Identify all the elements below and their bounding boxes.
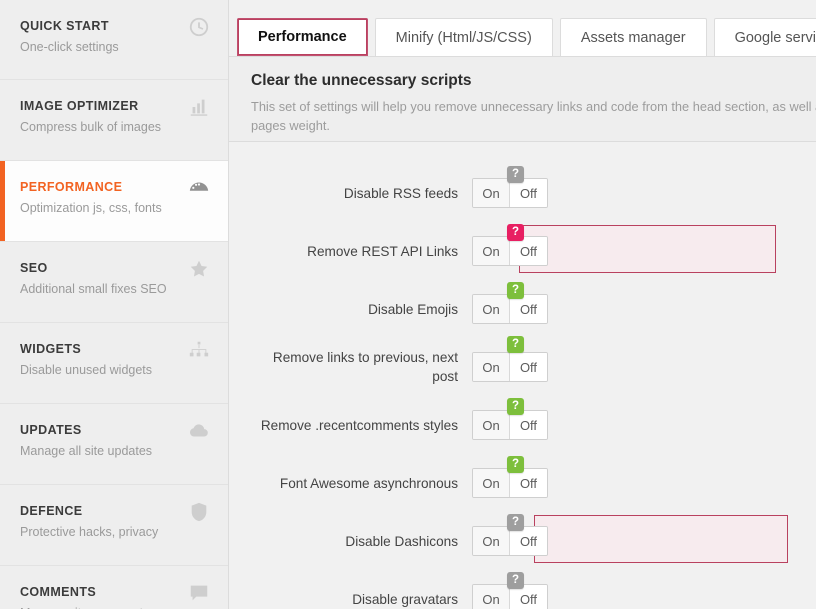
tab-label: Assets manager — [580, 29, 686, 46]
toggle-off-option[interactable]: Off — [510, 237, 547, 265]
sidebar-item-subtitle: Manage all site updates — [20, 444, 153, 458]
clock-icon — [188, 16, 210, 38]
help-icon[interactable]: ? — [507, 336, 524, 353]
toggle-off-option[interactable]: Off — [510, 411, 547, 439]
toggle-off-option[interactable]: Off — [510, 527, 547, 555]
sitemap-icon — [188, 339, 210, 361]
setting-label: Disable Emojis — [368, 301, 458, 317]
sidebar-item-widgets[interactable]: WIDGETS Disable unused widgets — [0, 323, 228, 404]
setting-row-disable-rss-feeds: Disable RSS feeds ? On Off — [229, 164, 816, 222]
shield-icon — [188, 501, 210, 523]
sidebar-item-subtitle: Manage site comments — [20, 605, 208, 609]
setting-label: Font Awesome asynchronous — [279, 475, 458, 491]
sidebar-item-performance[interactable]: PERFORMANCE Optimization js, css, fonts — [0, 161, 228, 242]
star-icon — [188, 258, 210, 280]
setting-row-disable-gravatars: Disable gravatars ? On Off — [229, 570, 816, 609]
sidebar-item-title: UPDATES — [20, 423, 82, 437]
help-icon[interactable]: ? — [507, 166, 524, 183]
setting-label: Remove links to previous, next post — [272, 350, 458, 384]
help-icon[interactable]: ? — [507, 514, 524, 531]
sidebar-item-title: WIDGETS — [20, 342, 82, 356]
sidebar-item-updates[interactable]: UPDATES Manage all site updates — [0, 404, 228, 485]
toggle-off-option[interactable]: Off — [510, 353, 547, 381]
help-icon[interactable]: ? — [507, 572, 524, 589]
description-text: This set of settings will help you remov… — [251, 99, 816, 133]
cloud-icon — [188, 420, 210, 442]
highlight-box — [519, 225, 776, 273]
main-content: Performance Minify (Html/JS/CSS) Assets … — [229, 0, 816, 609]
speedometer-icon — [188, 177, 210, 199]
chart-icon — [188, 96, 210, 118]
sidebar-item-comments[interactable]: COMMENTS Manage site comments — [0, 566, 228, 609]
toggle-off-option[interactable]: Off — [510, 179, 547, 207]
setting-label: Remove .recentcomments styles — [260, 417, 458, 433]
toggle-on-option[interactable]: On — [473, 179, 510, 207]
sidebar-item-title: PERFORMANCE — [20, 180, 123, 194]
setting-row-font-awesome-async: Font Awesome asynchronous ? On Off — [229, 454, 816, 512]
setting-label: Disable RSS feeds — [343, 185, 458, 201]
sidebar-item-image-optimizer[interactable]: IMAGE OPTIMIZER Compress bulk of images — [0, 80, 228, 161]
sidebar-item-subtitle: Optimization js, css, fonts — [20, 201, 162, 215]
tab-bar: Performance Minify (Html/JS/CSS) Assets … — [229, 0, 816, 56]
setting-row-remove-prev-next-links: Remove links to previous, next post ? On… — [229, 336, 816, 396]
toggle-on-option[interactable]: On — [473, 527, 510, 555]
toggle-off-option[interactable]: Off — [510, 469, 547, 497]
sidebar-item-title: QUICK START — [20, 19, 109, 33]
sidebar-item-title: IMAGE OPTIMIZER — [20, 99, 139, 113]
sidebar-item-title: COMMENTS — [20, 585, 97, 599]
setting-label: Remove REST API Links — [307, 243, 458, 259]
toggle-switch[interactable]: On Off — [472, 352, 548, 382]
setting-row-remove-recentcomments-styles: Remove .recentcomments styles ? On Off — [229, 396, 816, 454]
toggle-on-option[interactable]: On — [473, 585, 510, 609]
toggle-off-option[interactable]: Off — [510, 295, 547, 323]
toggle-on-option[interactable]: On — [473, 295, 510, 323]
tab-label: Performance — [258, 29, 347, 45]
tab-label: Minify (Html/JS/CSS) — [395, 29, 532, 46]
tab-label: Google services — [734, 29, 816, 46]
plugin-settings-screen: QUICK START One-click settings IMAGE OPT… — [0, 0, 816, 609]
sidebar: QUICK START One-click settings IMAGE OPT… — [0, 0, 229, 609]
sidebar-item-subtitle: Additional small fixes SEO — [20, 282, 167, 296]
tab-minify[interactable]: Minify (Html/JS/CSS) — [374, 18, 553, 56]
setting-row-disable-emojis: Disable Emojis ? On Off — [229, 280, 816, 338]
tab-assets-manager[interactable]: Assets manager — [559, 18, 707, 56]
highlight-box — [534, 515, 788, 563]
help-icon[interactable]: ? — [507, 282, 524, 299]
help-icon[interactable]: ? — [507, 456, 524, 473]
setting-label: Disable gravatars — [352, 591, 458, 607]
settings-list: Disable RSS feeds ? On Off Remove REST A… — [229, 142, 816, 609]
sidebar-item-subtitle: Compress bulk of images — [20, 120, 162, 134]
toggle-on-option[interactable]: On — [473, 237, 510, 265]
setting-row-disable-dashicons: Disable Dashicons ? On Off — [229, 512, 816, 570]
tab-performance[interactable]: Performance — [237, 18, 368, 56]
sidebar-item-seo[interactable]: SEO Additional small fixes SEO — [0, 242, 228, 323]
sidebar-item-quick-start[interactable]: QUICK START One-click settings — [0, 0, 228, 80]
sidebar-item-subtitle: One-click settings — [20, 40, 119, 54]
sidebar-item-title: DEFENCE — [20, 504, 83, 518]
toggle-on-option[interactable]: On — [473, 353, 510, 381]
sidebar-item-subtitle: Disable unused widgets — [20, 363, 153, 377]
page-title: Clear the unnecessary scripts — [251, 72, 472, 89]
toggle-on-option[interactable]: On — [473, 469, 510, 497]
sidebar-item-title: SEO — [20, 261, 48, 275]
sidebar-item-defence[interactable]: DEFENCE Protective hacks, privacy — [0, 485, 228, 566]
help-icon[interactable]: ? — [507, 224, 524, 241]
comment-icon — [188, 582, 210, 604]
section-description: Clear the unnecessary scripts This set o… — [229, 56, 816, 142]
setting-row-remove-rest-api-links: Remove REST API Links ? On Off — [229, 222, 816, 280]
sidebar-item-subtitle: Protective hacks, privacy — [20, 525, 159, 539]
tab-google-services[interactable]: Google services — [713, 18, 816, 56]
toggle-on-option[interactable]: On — [473, 411, 510, 439]
help-icon[interactable]: ? — [507, 398, 524, 415]
setting-label: Disable Dashicons — [345, 533, 458, 549]
